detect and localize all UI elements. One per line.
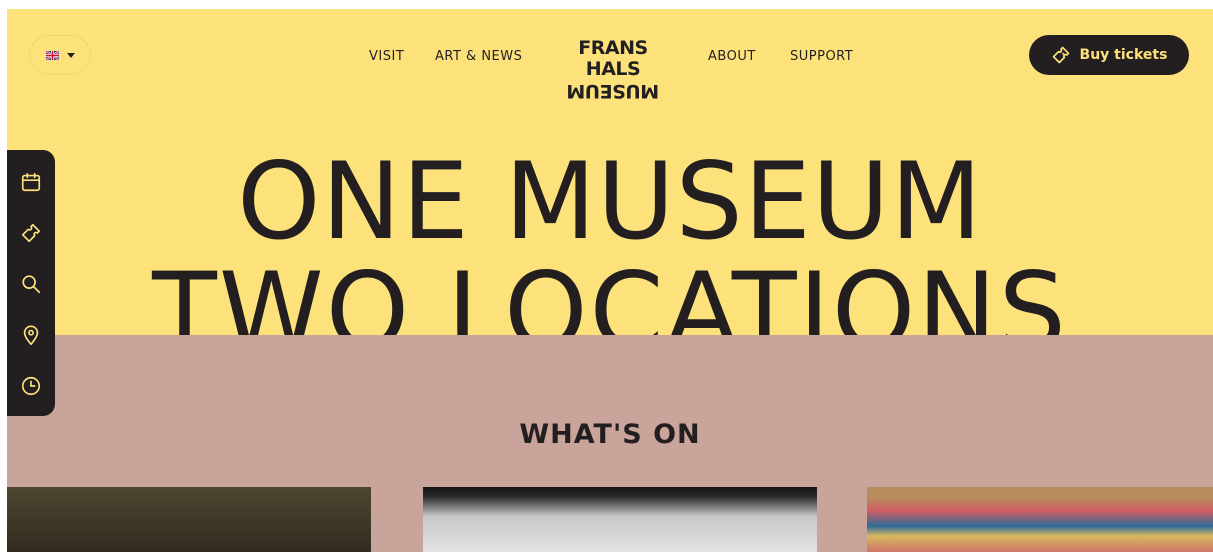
event-card-image[interactable] [867,487,1213,552]
ticket-icon[interactable] [20,222,42,244]
location-pin-icon[interactable] [20,324,42,346]
event-card-image[interactable] [423,487,817,552]
nav-support[interactable]: SUPPORT [790,49,853,64]
buy-tickets-button[interactable]: Buy tickets [1029,35,1189,75]
buy-tickets-label: Buy tickets [1079,47,1168,63]
language-selector[interactable] [29,35,91,75]
hero-section: VISIT ART & NEWS FRANS HALS MUSEUM ABOUT… [7,9,1213,365]
search-icon[interactable] [20,273,42,295]
ticket-icon [1052,46,1069,64]
uk-flag-icon [45,50,59,60]
event-card-image[interactable] [7,487,371,552]
logo-line-2: MUSEUM [566,80,660,102]
frans-hals-museum-logo[interactable]: FRANS HALS MUSEUM [549,37,677,103]
clock-icon[interactable] [20,375,42,397]
whats-on-title: WHAT'S ON [519,419,701,450]
calendar-icon[interactable] [20,171,42,193]
nav-art-news[interactable]: ART & NEWS [435,49,522,64]
hero-headline-line-1: ONE MUSEUM [237,140,983,263]
caret-down-icon [66,52,75,58]
quick-access-sidebar [7,150,55,416]
nav-visit[interactable]: VISIT [369,49,404,64]
page: VISIT ART & NEWS FRANS HALS MUSEUM ABOUT… [7,9,1213,552]
nav-about[interactable]: ABOUT [708,49,756,64]
logo-line-1: FRANS HALS [578,37,648,80]
